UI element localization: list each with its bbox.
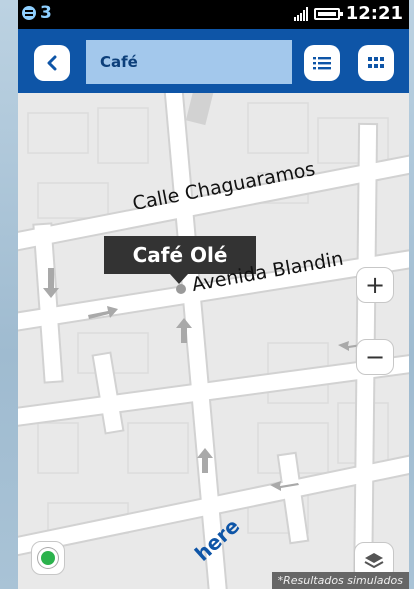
layers-icon [364,553,384,569]
apps-grid-button[interactable] [358,45,394,81]
my-location-button[interactable] [31,541,65,575]
zoom-out-button[interactable]: − [356,339,394,375]
chevron-left-icon [47,55,57,71]
zoom-in-button[interactable]: + [356,267,394,303]
clock-time: 12:21 [345,3,403,24]
map-view[interactable]: Café Olé Calle Chaguaramos Avenida Bland… [18,93,409,589]
battery-icon [313,7,343,20]
signal-icon [293,6,308,21]
simulated-results-note: *Resultados simulados [271,572,409,589]
map-canvas[interactable] [18,93,409,589]
search-field[interactable] [86,40,335,84]
search-input[interactable] [98,52,319,72]
status-icons: 12:21 [293,3,403,24]
location-icon [41,551,55,565]
app-toolbar [18,29,409,93]
notification-icon [22,6,36,20]
notification-count: 3 [40,3,52,23]
grid-icon [368,57,384,68]
back-button[interactable] [34,45,70,81]
phone-screen: 3 12:21 Café Café Olé Calle Chaguaramos … [18,0,409,589]
list-view-button[interactable] [304,45,340,81]
status-bar: 3 12:21 [18,0,409,29]
list-icon [313,57,331,70]
notification-indicator[interactable]: 3 [22,3,52,23]
